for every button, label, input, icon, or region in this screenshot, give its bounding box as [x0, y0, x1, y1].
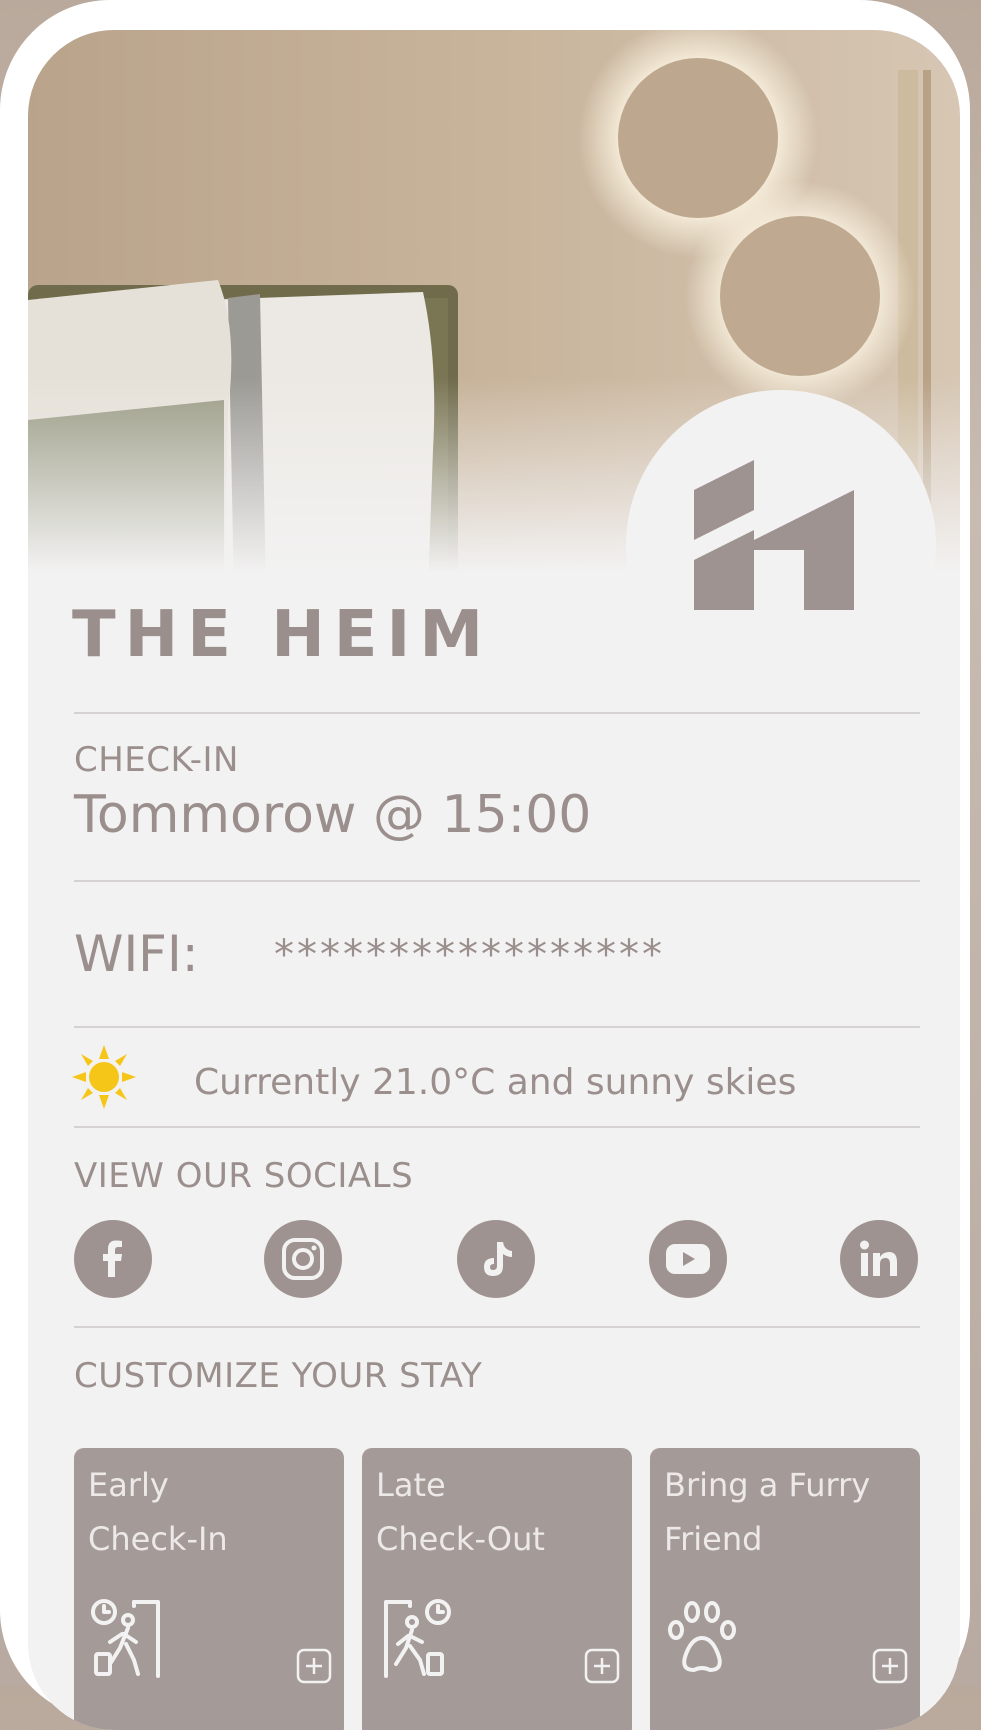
card-title-line1: Bring a Furry — [664, 1466, 871, 1504]
add-icon[interactable] — [872, 1648, 908, 1688]
late-check-out-card[interactable]: Late Check-Out — [362, 1448, 632, 1730]
instagram-icon[interactable] — [264, 1220, 342, 1298]
hotel-name: THE HEIM — [72, 598, 492, 672]
card-title-line2: Check-Out — [376, 1520, 545, 1558]
card-title-line1: Early — [88, 1466, 169, 1504]
hotel-logo — [626, 390, 936, 700]
app-screen: THE HEIM CHECK-IN Tommorow @ 15:00 WIFI:… — [28, 30, 960, 1730]
phone-frame: THE HEIM CHECK-IN Tommorow @ 15:00 WIFI:… — [0, 0, 970, 1730]
checkin-value: Tommorow @ 15:00 — [74, 785, 592, 845]
weather-text: Currently 21.0°C and sunny skies — [194, 1062, 797, 1103]
divider — [74, 1326, 920, 1328]
customize-heading: CUSTOMIZE YOUR STAY — [74, 1356, 483, 1396]
early-check-in-card[interactable]: Early Check-In — [74, 1448, 344, 1730]
facebook-icon[interactable] — [74, 1220, 152, 1298]
early-check-in-icon — [88, 1598, 168, 1682]
add-icon[interactable] — [296, 1648, 332, 1688]
divider — [74, 1026, 920, 1028]
add-icon[interactable] — [584, 1648, 620, 1688]
socials-heading: VIEW OUR SOCIALS — [74, 1156, 414, 1196]
linkedin-icon[interactable] — [840, 1220, 918, 1298]
wifi-password[interactable]: ***************** — [274, 932, 665, 978]
furry-friend-card[interactable]: Bring a Furry Friend — [650, 1448, 920, 1730]
wifi-label: WIFI: — [74, 925, 199, 983]
card-title-line2: Check-In — [88, 1520, 228, 1558]
tiktok-icon[interactable] — [457, 1220, 535, 1298]
card-title-line2: Friend — [664, 1520, 763, 1558]
card-title-line1: Late — [376, 1466, 446, 1504]
youtube-icon[interactable] — [649, 1220, 727, 1298]
sun-icon — [72, 1045, 136, 1113]
divider — [74, 880, 920, 882]
checkin-label: CHECK-IN — [74, 740, 239, 780]
late-check-out-icon — [376, 1598, 456, 1682]
divider — [74, 712, 920, 714]
divider — [74, 1126, 920, 1128]
paw-icon — [664, 1598, 744, 1682]
